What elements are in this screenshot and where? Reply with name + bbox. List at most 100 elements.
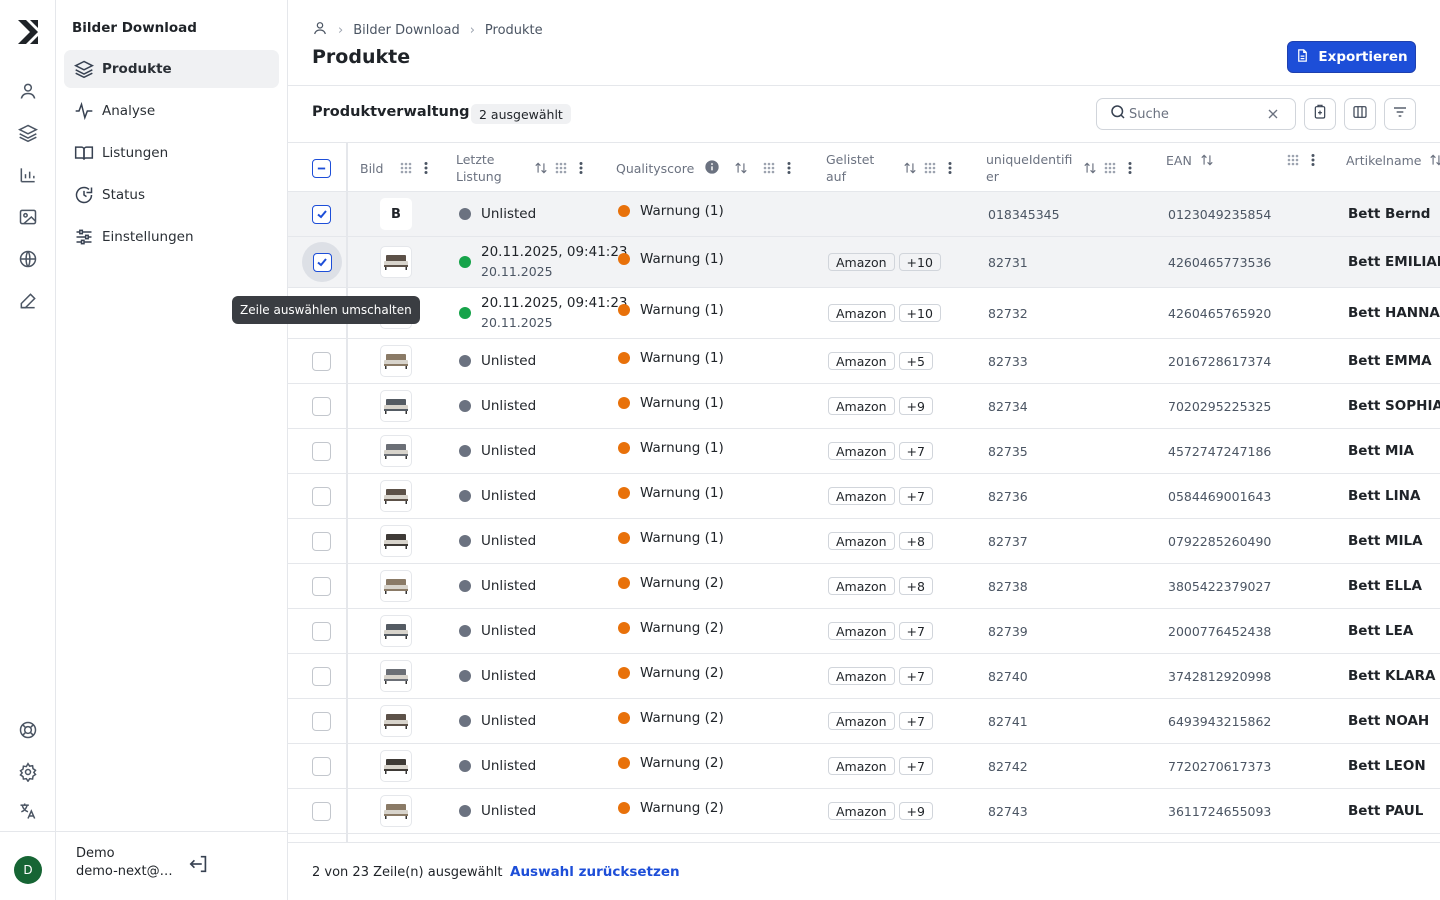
search-input[interactable] <box>1129 106 1259 122</box>
avatar[interactable]: D <box>14 856 42 884</box>
row-checkbox[interactable] <box>312 621 331 641</box>
article-name[interactable]: Bett MILA <box>1348 533 1423 549</box>
drag-grip-icon[interactable] <box>1103 161 1117 175</box>
export-button[interactable]: Exportieren <box>1287 41 1416 73</box>
sort-arrows-icon[interactable] <box>534 161 548 175</box>
info-icon[interactable] <box>704 159 720 178</box>
table-row[interactable]: Unlisted Warnung (2) Amazon +7 82739 20007764… <box>288 609 1440 654</box>
article-name[interactable]: Bett KLARA <box>1348 668 1435 684</box>
quality-score[interactable]: Warnung (1) <box>640 251 724 267</box>
logout-icon[interactable] <box>188 853 210 875</box>
row-checkbox[interactable] <box>312 204 331 224</box>
quality-score[interactable]: Warnung (1) <box>640 395 724 411</box>
columns-button[interactable] <box>1344 98 1376 130</box>
row-checkbox[interactable] <box>312 576 331 596</box>
row-checkbox-focus[interactable] <box>302 242 342 282</box>
sidebar-item-status[interactable]: Status <box>64 176 279 214</box>
column-header-letzte-listung[interactable]: Letzte Listung <box>456 143 516 193</box>
more-marketplaces-tag[interactable]: +10 <box>898 304 941 322</box>
product-thumbnail[interactable] <box>380 570 412 602</box>
product-image-placeholder[interactable]: B <box>380 198 412 230</box>
product-thumbnail[interactable] <box>380 795 412 827</box>
product-thumbnail[interactable] <box>380 705 412 737</box>
table-row[interactable]: Unlisted Warnung (1) Amazon +5 82733 20167286… <box>288 339 1440 384</box>
more-marketplaces-tag[interactable]: +7 <box>898 667 933 685</box>
article-name[interactable]: Bett LEA <box>1348 623 1413 639</box>
row-checkbox[interactable] <box>312 666 331 686</box>
more-marketplaces-tag[interactable]: +7 <box>898 622 933 640</box>
row-checkbox[interactable] <box>312 531 331 551</box>
more-marketplaces-tag[interactable]: +7 <box>898 712 933 730</box>
translate-icon[interactable] <box>17 800 39 822</box>
brand-logo-icon[interactable] <box>16 18 40 46</box>
row-checkbox[interactable] <box>312 351 331 371</box>
select-all-checkbox[interactable] <box>312 143 331 193</box>
quality-score[interactable]: Warnung (2) <box>640 620 724 636</box>
table-row[interactable]: Unlisted Warnung (2) Amazon +7 82742 77202706… <box>288 744 1440 789</box>
close-icon[interactable] <box>1265 106 1281 122</box>
column-header-artikelname[interactable]: Artikelname <box>1346 142 1440 185</box>
more-marketplaces-tag[interactable]: +9 <box>898 802 933 820</box>
product-thumbnail[interactable] <box>380 525 412 557</box>
quality-score[interactable]: Warnung (1) <box>640 302 724 318</box>
more-vertical-icon[interactable] <box>1306 153 1320 167</box>
sort-arrows-icon[interactable] <box>1083 161 1097 175</box>
sort-arrows-icon[interactable] <box>1429 153 1440 167</box>
globe-icon[interactable] <box>17 248 39 270</box>
row-checkbox[interactable] <box>312 396 331 416</box>
more-marketplaces-tag[interactable]: +7 <box>898 757 933 775</box>
quality-score[interactable]: Warnung (2) <box>640 575 724 591</box>
more-vertical-icon[interactable] <box>1123 161 1137 175</box>
table-row[interactable]: Unlisted Warnung (2) Amazon +9 82743 36117246… <box>288 789 1440 834</box>
more-marketplaces-tag[interactable]: +8 <box>898 577 933 595</box>
table-row[interactable]: Unlisted Warnung (1) Amazon +7 82736 05844690… <box>288 474 1440 519</box>
table-row[interactable]: 20.11.2025, 09:41:23 20.11.2025 Warnung (1… <box>288 288 1440 339</box>
quality-score[interactable]: Warnung (1) <box>640 530 724 546</box>
sort-arrows-icon[interactable] <box>734 161 748 175</box>
row-checkbox[interactable] <box>312 441 331 461</box>
drag-grip-icon[interactable] <box>762 161 776 175</box>
gear-icon[interactable] <box>17 761 39 783</box>
sidebar-item-produkte[interactable]: Produkte <box>64 50 279 88</box>
quality-score[interactable]: Warnung (2) <box>640 665 724 681</box>
filter-button[interactable] <box>1384 98 1416 130</box>
drag-grip-icon[interactable] <box>1286 153 1300 167</box>
product-thumbnail[interactable] <box>380 660 412 692</box>
more-vertical-icon[interactable] <box>419 161 433 175</box>
help-lifebuoy-icon[interactable] <box>17 719 39 741</box>
article-name[interactable]: Bett ELLA <box>1348 578 1422 594</box>
table-row[interactable]: Unlisted Warnung (2) Amazon +8 82738 38054223… <box>288 564 1440 609</box>
article-name[interactable]: Bett EMILIAN <box>1348 254 1440 270</box>
article-name[interactable]: Bett MIA <box>1348 443 1414 459</box>
column-header-gelistet-auf[interactable]: Gelistet auf <box>826 143 886 193</box>
article-name[interactable]: Bett SOPHIA <box>1348 398 1440 414</box>
pen-icon[interactable] <box>17 290 39 312</box>
table-row[interactable]: Unlisted Warnung (2) Amazon +7 82741 64939432… <box>288 699 1440 744</box>
checkbox-indeterminate[interactable] <box>312 158 331 178</box>
row-checkbox[interactable] <box>312 801 331 821</box>
quality-score[interactable]: Warnung (2) <box>640 755 724 771</box>
quality-score[interactable]: Warnung (1) <box>640 203 724 219</box>
clipboard-button[interactable] <box>1304 98 1336 130</box>
breadcrumb-item[interactable]: Bilder Download <box>353 23 460 38</box>
product-thumbnail[interactable] <box>380 615 412 647</box>
article-name[interactable]: Bett Bernd <box>1348 206 1430 222</box>
row-checkbox[interactable] <box>312 711 331 731</box>
article-name[interactable]: Bett LEON <box>1348 758 1426 774</box>
table-row[interactable]: Unlisted Warnung (1) Amazon +7 82735 45727472… <box>288 429 1440 474</box>
article-name[interactable]: Bett PAUL <box>1348 803 1423 819</box>
product-thumbnail[interactable] <box>380 750 412 782</box>
table-row[interactable]: Unlisted Warnung (1) Amazon +8 82737 07922852… <box>288 519 1440 564</box>
row-checkbox[interactable] <box>312 756 331 776</box>
user-icon[interactable] <box>17 80 39 102</box>
product-thumbnail[interactable] <box>380 390 412 422</box>
row-checkbox[interactable] <box>312 486 331 506</box>
quality-score[interactable]: Warnung (1) <box>640 440 724 456</box>
drag-grip-icon[interactable] <box>923 161 937 175</box>
more-marketplaces-tag[interactable]: +10 <box>898 253 941 271</box>
layers-icon[interactable] <box>17 122 39 144</box>
table-row[interactable]: B Unlisted Warnung (1) 018345345 01230492358… <box>288 192 1440 237</box>
product-thumbnail[interactable] <box>380 435 412 467</box>
table-row[interactable]: 20.11.2025, 09:41:23 20.11.2025 Warnung (1… <box>288 237 1440 288</box>
article-name[interactable]: Bett EMMA <box>1348 353 1432 369</box>
